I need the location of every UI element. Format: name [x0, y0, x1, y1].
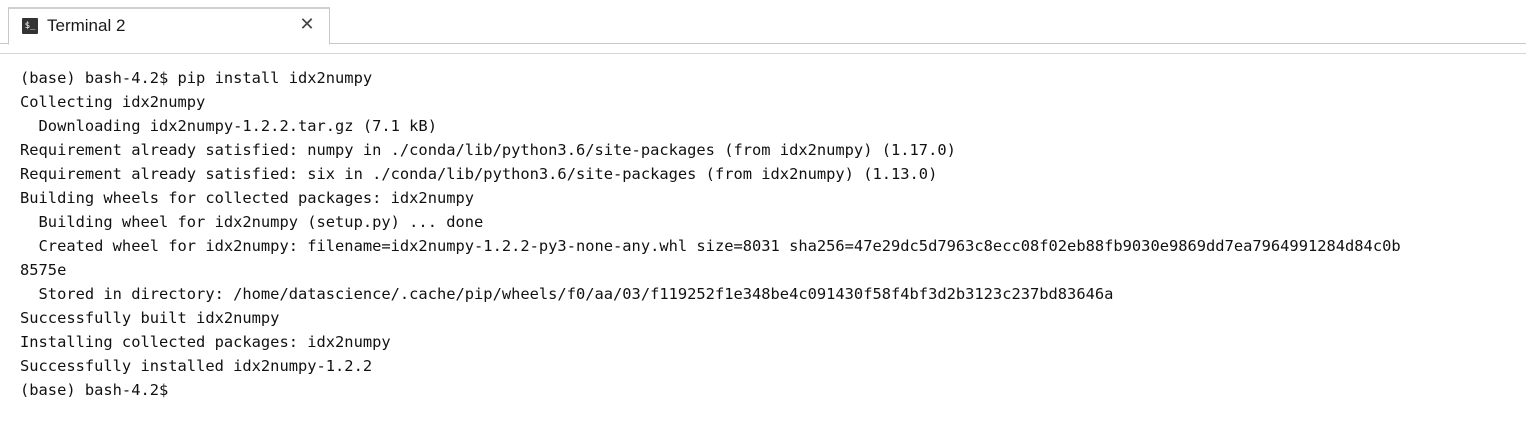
tab-bar: $_ Terminal 2 ✕: [0, 0, 1526, 45]
terminal-line: 8575e: [20, 261, 67, 279]
close-icon[interactable]: ✕: [297, 15, 317, 35]
terminal-line: Stored in directory: /home/datascience/.…: [20, 285, 1114, 303]
terminal-icon: $_: [22, 18, 38, 34]
terminal-line: Successfully built idx2numpy: [20, 309, 280, 327]
terminal-line: Created wheel for idx2numpy: filename=id…: [20, 237, 1401, 255]
tab-label: Terminal 2: [47, 16, 126, 35]
terminal-line: Collecting idx2numpy: [20, 93, 206, 111]
tab-terminal-2[interactable]: $_ Terminal 2 ✕: [8, 7, 330, 45]
terminal-line: Installing collected packages: idx2numpy: [20, 333, 391, 351]
terminal-prompt[interactable]: (base) bash-4.2$: [20, 378, 1526, 402]
terminal-window: $_ Terminal 2 ✕ (base) bash-4.2$ pip ins…: [0, 0, 1526, 439]
terminal-line: Successfully installed idx2numpy-1.2.2: [20, 357, 373, 375]
terminal-line: Downloading idx2numpy-1.2.2.tar.gz (7.1 …: [20, 117, 437, 135]
divider: [0, 53, 1526, 54]
terminal-line: Building wheel for idx2numpy (setup.py) …: [20, 213, 484, 231]
terminal-line: (base) bash-4.2$ pip install idx2numpy: [20, 69, 373, 87]
terminal-output[interactable]: (base) bash-4.2$ pip install idx2numpy C…: [0, 55, 1526, 439]
terminal-line: Requirement already satisfied: six in ./…: [20, 165, 938, 183]
terminal-line: Requirement already satisfied: numpy in …: [20, 141, 956, 159]
terminal-line: Building wheels for collected packages: …: [20, 189, 475, 207]
